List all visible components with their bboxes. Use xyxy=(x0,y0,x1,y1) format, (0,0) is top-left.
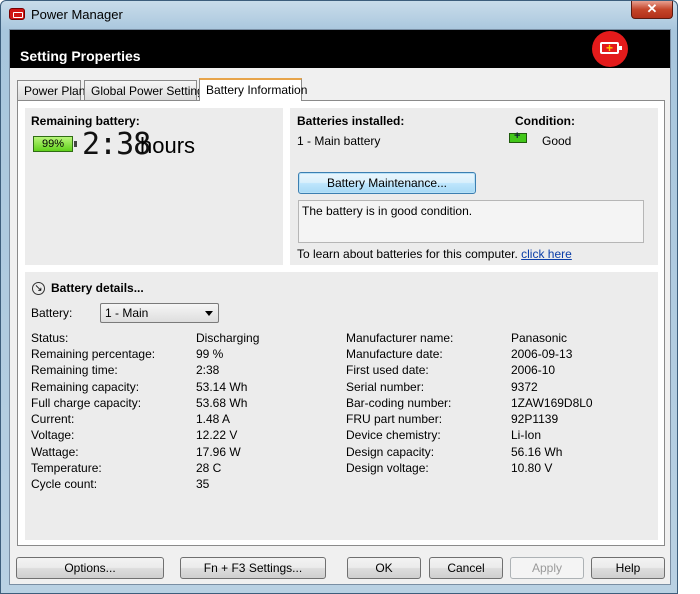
detail-value: 53.14 Wh xyxy=(196,380,248,394)
battery-maintenance-button[interactable]: Battery Maintenance... xyxy=(298,172,476,194)
detail-value: 10.80 V xyxy=(511,461,553,475)
click-here-link[interactable]: click here xyxy=(521,247,572,261)
detail-key: Remaining percentage: xyxy=(31,347,156,361)
help-button[interactable]: Help xyxy=(591,557,665,579)
detail-value: 2:38 xyxy=(196,363,220,377)
title-bar[interactable]: Power Manager ✕ xyxy=(1,1,677,29)
detail-key: Design voltage: xyxy=(346,461,429,475)
detail-key: Manufacturer name: xyxy=(346,331,454,345)
cancel-button[interactable]: Cancel xyxy=(429,557,503,579)
close-button[interactable]: ✕ xyxy=(631,1,673,19)
detail-key: Voltage: xyxy=(31,428,75,442)
battery-level-gauge: 99% xyxy=(33,136,77,152)
detail-key: Temperature: xyxy=(31,461,102,475)
condition-label: Condition: xyxy=(515,114,575,128)
detail-value: 9372 xyxy=(511,380,538,394)
detail-key: Serial number: xyxy=(346,380,425,394)
learn-batteries-row: To learn about batteries for this comput… xyxy=(297,247,572,261)
detail-key: Cycle count: xyxy=(31,477,98,491)
detail-key: Manufacture date: xyxy=(346,347,443,361)
detail-key: Wattage: xyxy=(31,445,79,459)
apply-button[interactable]: Apply xyxy=(510,557,584,579)
app-battery-icon xyxy=(9,8,25,20)
detail-value: 1.48 A xyxy=(196,412,231,426)
window-title: Power Manager xyxy=(31,7,123,22)
battery-information-panel: Remaining battery: 99% 2:38 hours Batter… xyxy=(17,100,665,546)
battery-details-section: ↘ Battery details... Battery: 1 - Main S… xyxy=(25,272,658,540)
detail-value: Panasonic xyxy=(511,331,568,345)
battery-good-icon xyxy=(509,130,527,143)
detail-key: First used date: xyxy=(346,363,429,377)
detail-key: Device chemistry: xyxy=(346,428,441,442)
detail-value: 35 xyxy=(196,477,210,491)
header-title: Setting Properties xyxy=(20,48,141,64)
remaining-time-unit: hours xyxy=(140,133,196,158)
detail-value: 99 % xyxy=(196,347,224,361)
header-banner: Setting Properties + xyxy=(10,30,670,68)
detail-value: Discharging xyxy=(196,331,260,345)
condition-value: Good xyxy=(542,134,572,148)
collapse-chevron-icon[interactable]: ↘ xyxy=(32,282,45,295)
power-manager-window: Power Manager ✕ Setting Properties + Pow… xyxy=(0,0,678,594)
fn-f3-settings-button[interactable]: Fn + F3 Settings... xyxy=(180,557,326,579)
battery-status-message: The battery is in good condition. xyxy=(298,200,644,243)
detail-key: Full charge capacity: xyxy=(31,396,142,410)
remaining-battery-section: Remaining battery: 99% 2:38 hours xyxy=(25,108,283,265)
tab-battery-information[interactable]: Battery Information xyxy=(199,78,307,101)
detail-key: Status: xyxy=(31,331,69,345)
detail-value: 53.68 Wh xyxy=(196,396,248,410)
tab-global-power-settings[interactable]: Global Power Settings xyxy=(84,80,210,100)
detail-value: Li-Ion xyxy=(511,428,542,442)
detail-key: Remaining time: xyxy=(31,363,118,377)
dialog-client: Setting Properties + Power Plan Global P… xyxy=(9,29,671,585)
remaining-battery-label: Remaining battery: xyxy=(31,114,140,128)
learn-text: To learn about batteries for this comput… xyxy=(297,247,518,261)
batteries-installed-label: Batteries installed: xyxy=(297,114,405,128)
detail-value: 2006-09-13 xyxy=(511,347,573,361)
battery-plus-icon: + xyxy=(592,31,628,67)
detail-key: FRU part number: xyxy=(346,412,443,426)
detail-value: 56.16 Wh xyxy=(511,445,563,459)
detail-key: Design capacity: xyxy=(346,445,435,459)
battery-select-value: 1 - Main xyxy=(105,306,149,320)
batteries-installed-section: Batteries installed: 1 - Main battery Co… xyxy=(290,108,658,265)
battery-details-title: Battery details... xyxy=(51,281,144,295)
detail-value: 28 C xyxy=(196,461,222,475)
tab-power-plan[interactable]: Power Plan xyxy=(17,80,85,100)
battery-select[interactable]: 1 - Main xyxy=(100,303,219,323)
battery-select-label: Battery: xyxy=(31,306,73,320)
detail-value: 92P1139 xyxy=(511,412,559,426)
detail-value: 2006-10 xyxy=(511,363,556,377)
detail-value: 1ZAW169D8L0 xyxy=(511,396,593,410)
detail-key: Current: xyxy=(31,412,75,426)
detail-value: 17.96 W xyxy=(196,445,241,459)
dropdown-arrow-icon xyxy=(205,311,213,316)
batteries-installed-value: 1 - Main battery xyxy=(297,134,381,148)
detail-key: Remaining capacity: xyxy=(31,380,140,394)
options-button[interactable]: Options... xyxy=(16,557,164,579)
detail-value: 12.22 V xyxy=(196,428,238,442)
detail-key: Bar-coding number: xyxy=(346,396,452,410)
ok-button[interactable]: OK xyxy=(347,557,421,579)
